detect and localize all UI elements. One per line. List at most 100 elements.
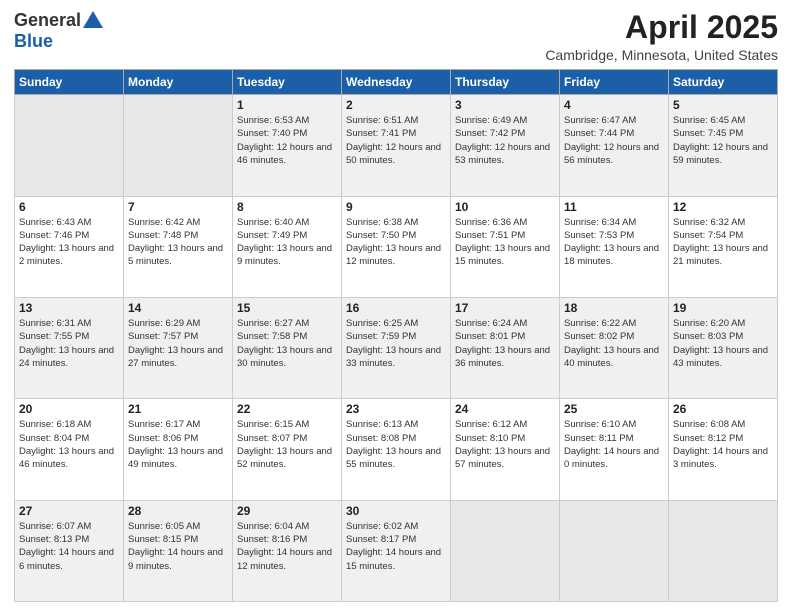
day-detail: Sunrise: 6:49 AMSunset: 7:42 PMDaylight:… (455, 114, 555, 167)
calendar-cell: 20Sunrise: 6:18 AMSunset: 8:04 PMDayligh… (15, 399, 124, 500)
day-number: 24 (455, 402, 555, 416)
calendar-table: SundayMondayTuesdayWednesdayThursdayFrid… (14, 69, 778, 602)
calendar-header-thursday: Thursday (451, 70, 560, 95)
day-number: 27 (19, 504, 119, 518)
day-detail: Sunrise: 6:31 AMSunset: 7:55 PMDaylight:… (19, 317, 119, 370)
day-number: 8 (237, 200, 337, 214)
calendar-cell: 17 Sunrise: 6:24 AMSunset: 8:01 PMDayligh… (451, 297, 560, 398)
day-detail: Sunrise: 6:32 AMSunset: 7:54 PMDaylight:… (673, 216, 773, 269)
calendar-week-row: 20Sunrise: 6:18 AMSunset: 8:04 PMDayligh… (15, 399, 778, 500)
day-detail: Sunrise: 6:38 AMSunset: 7:50 PMDaylight:… (346, 216, 446, 269)
calendar-cell: 2 Sunrise: 6:51 AMSunset: 7:41 PMDaylight… (342, 95, 451, 196)
calendar-header-saturday: Saturday (669, 70, 778, 95)
day-detail: Sunrise: 6:25 AMSunset: 7:59 PMDaylight:… (346, 317, 446, 370)
calendar-cell: 10Sunrise: 6:36 AMSunset: 7:51 PMDayligh… (451, 196, 560, 297)
logo-blue-text: Blue (14, 31, 53, 52)
day-number: 16 (346, 301, 446, 315)
day-number: 22 (237, 402, 337, 416)
day-number: 21 (128, 402, 228, 416)
calendar-cell: 5 Sunrise: 6:45 AMSunset: 7:45 PMDaylight… (669, 95, 778, 196)
day-detail: Sunrise: 6:45 AMSunset: 7:45 PMDaylight:… (673, 114, 773, 167)
day-number: 1 (237, 98, 337, 112)
calendar-cell: 11 Sunrise: 6:34 AMSunset: 7:53 PMDayligh… (560, 196, 669, 297)
day-number: 2 (346, 98, 446, 112)
day-number: 29 (237, 504, 337, 518)
day-detail: Sunrise: 6:04 AMSunset: 8:16 PMDaylight:… (237, 520, 337, 573)
day-number: 25 (564, 402, 664, 416)
calendar-cell: 25Sunrise: 6:10 AMSunset: 8:11 PMDayligh… (560, 399, 669, 500)
calendar-cell: 26 Sunrise: 6:08 AMSunset: 8:12 PMDayligh… (669, 399, 778, 500)
calendar-cell: 6 Sunrise: 6:43 AMSunset: 7:46 PMDaylight… (15, 196, 124, 297)
day-detail: Sunrise: 6:36 AMSunset: 7:51 PMDaylight:… (455, 216, 555, 269)
day-detail: Sunrise: 6:42 AMSunset: 7:48 PMDaylight:… (128, 216, 228, 269)
calendar-cell (124, 95, 233, 196)
day-number: 15 (237, 301, 337, 315)
calendar-cell: 29 Sunrise: 6:04 AMSunset: 8:16 PMDayligh… (233, 500, 342, 601)
calendar-cell: 30Sunrise: 6:02 AMSunset: 8:17 PMDayligh… (342, 500, 451, 601)
day-number: 18 (564, 301, 664, 315)
day-detail: Sunrise: 6:53 AMSunset: 7:40 PMDaylight:… (237, 114, 337, 167)
calendar-cell (15, 95, 124, 196)
day-number: 6 (19, 200, 119, 214)
day-detail: Sunrise: 6:51 AMSunset: 7:41 PMDaylight:… (346, 114, 446, 167)
day-number: 5 (673, 98, 773, 112)
day-detail: Sunrise: 6:05 AMSunset: 8:15 PMDaylight:… (128, 520, 228, 573)
calendar-cell: 1 Sunrise: 6:53 AMSunset: 7:40 PMDaylight… (233, 95, 342, 196)
day-detail: Sunrise: 6:47 AMSunset: 7:44 PMDaylight:… (564, 114, 664, 167)
header: General Blue April 2025 Cambridge, Minne… (14, 10, 778, 63)
calendar-cell (451, 500, 560, 601)
calendar-cell: 28Sunrise: 6:05 AMSunset: 8:15 PMDayligh… (124, 500, 233, 601)
calendar-cell: 19Sunrise: 6:20 AMSunset: 8:03 PMDayligh… (669, 297, 778, 398)
calendar-week-row: 27 Sunrise: 6:07 AMSunset: 8:13 PMDayligh… (15, 500, 778, 601)
calendar-cell: 21 Sunrise: 6:17 AMSunset: 8:06 PMDayligh… (124, 399, 233, 500)
calendar-cell: 16 Sunrise: 6:25 AMSunset: 7:59 PMDayligh… (342, 297, 451, 398)
day-detail: Sunrise: 6:43 AMSunset: 7:46 PMDaylight:… (19, 216, 119, 269)
day-number: 17 (455, 301, 555, 315)
calendar-header-monday: Monday (124, 70, 233, 95)
calendar-week-row: 1 Sunrise: 6:53 AMSunset: 7:40 PMDaylight… (15, 95, 778, 196)
calendar-header-friday: Friday (560, 70, 669, 95)
day-detail: Sunrise: 6:07 AMSunset: 8:13 PMDaylight:… (19, 520, 119, 573)
calendar-cell: 23Sunrise: 6:13 AMSunset: 8:08 PMDayligh… (342, 399, 451, 500)
day-number: 9 (346, 200, 446, 214)
day-number: 4 (564, 98, 664, 112)
day-detail: Sunrise: 6:40 AMSunset: 7:49 PMDaylight:… (237, 216, 337, 269)
day-number: 14 (128, 301, 228, 315)
calendar-cell: 4 Sunrise: 6:47 AMSunset: 7:44 PMDaylight… (560, 95, 669, 196)
calendar-cell: 3 Sunrise: 6:49 AMSunset: 7:42 PMDaylight… (451, 95, 560, 196)
day-number: 7 (128, 200, 228, 214)
day-number: 12 (673, 200, 773, 214)
day-detail: Sunrise: 6:27 AMSunset: 7:58 PMDaylight:… (237, 317, 337, 370)
day-number: 11 (564, 200, 664, 214)
day-detail: Sunrise: 6:34 AMSunset: 7:53 PMDaylight:… (564, 216, 664, 269)
day-number: 30 (346, 504, 446, 518)
day-detail: Sunrise: 6:15 AMSunset: 8:07 PMDaylight:… (237, 418, 337, 471)
day-detail: Sunrise: 6:17 AMSunset: 8:06 PMDaylight:… (128, 418, 228, 471)
day-detail: Sunrise: 6:24 AMSunset: 8:01 PMDaylight:… (455, 317, 555, 370)
day-number: 26 (673, 402, 773, 416)
day-number: 3 (455, 98, 555, 112)
calendar-cell: 18Sunrise: 6:22 AMSunset: 8:02 PMDayligh… (560, 297, 669, 398)
calendar-cell: 15 Sunrise: 6:27 AMSunset: 7:58 PMDayligh… (233, 297, 342, 398)
calendar-cell: 24 Sunrise: 6:12 AMSunset: 8:10 PMDayligh… (451, 399, 560, 500)
calendar-cell: 7 Sunrise: 6:42 AMSunset: 7:48 PMDaylight… (124, 196, 233, 297)
logo: General Blue (14, 10, 103, 52)
day-detail: Sunrise: 6:08 AMSunset: 8:12 PMDaylight:… (673, 418, 773, 471)
calendar-cell: 9 Sunrise: 6:38 AMSunset: 7:50 PMDaylight… (342, 196, 451, 297)
day-detail: Sunrise: 6:12 AMSunset: 8:10 PMDaylight:… (455, 418, 555, 471)
calendar-header-tuesday: Tuesday (233, 70, 342, 95)
day-detail: Sunrise: 6:20 AMSunset: 8:03 PMDaylight:… (673, 317, 773, 370)
page: General Blue April 2025 Cambridge, Minne… (0, 0, 792, 612)
day-detail: Sunrise: 6:29 AMSunset: 7:57 PMDaylight:… (128, 317, 228, 370)
day-number: 20 (19, 402, 119, 416)
logo-general-text: General (14, 10, 81, 31)
calendar-header-wednesday: Wednesday (342, 70, 451, 95)
day-detail: Sunrise: 6:13 AMSunset: 8:08 PMDaylight:… (346, 418, 446, 471)
title-block: April 2025 Cambridge, Minnesota, United … (545, 10, 778, 63)
calendar-cell: 22 Sunrise: 6:15 AMSunset: 8:07 PMDayligh… (233, 399, 342, 500)
day-number: 13 (19, 301, 119, 315)
calendar-header-sunday: Sunday (15, 70, 124, 95)
main-title: April 2025 (545, 10, 778, 45)
calendar-cell: 27 Sunrise: 6:07 AMSunset: 8:13 PMDayligh… (15, 500, 124, 601)
calendar-week-row: 6 Sunrise: 6:43 AMSunset: 7:46 PMDaylight… (15, 196, 778, 297)
